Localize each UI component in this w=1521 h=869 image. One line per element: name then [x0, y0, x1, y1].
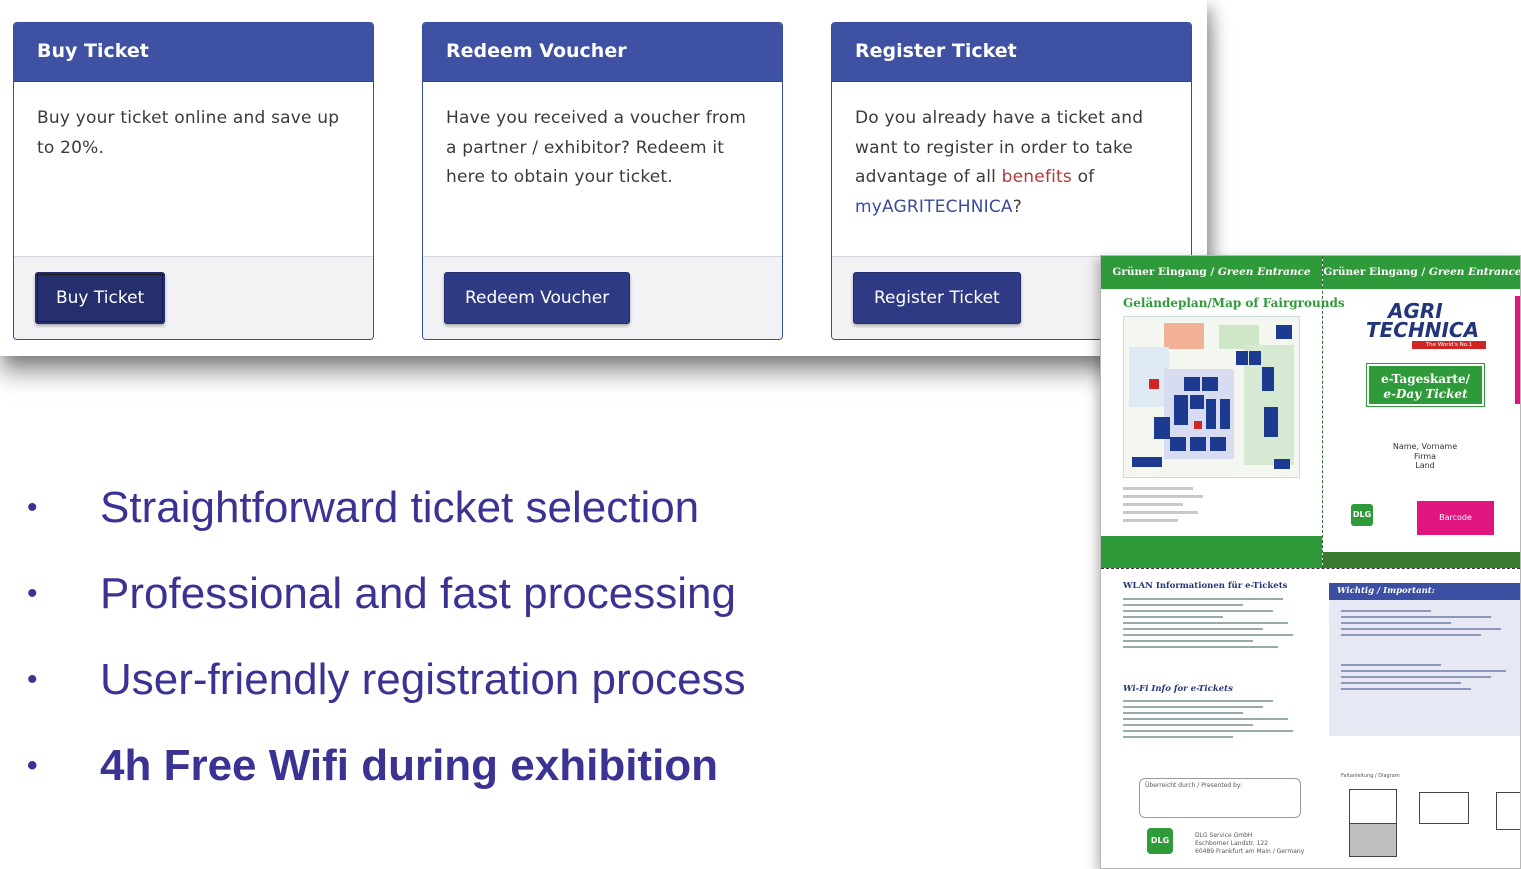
- bullet-icon: •: [27, 577, 38, 610]
- logo-line-2: TECHNICA: [1366, 318, 1480, 342]
- dlg-address: DLG Service GmbH Eschborner Landstr. 122 6…: [1195, 832, 1304, 856]
- buy-ticket-card-footer: Buy Ticket: [14, 256, 373, 339]
- bullet-icon: •: [27, 491, 38, 524]
- feature-text: Professional and fast processing: [100, 569, 736, 618]
- fairground-map: [1123, 316, 1300, 478]
- header-en-text: Green Entrance: [1217, 266, 1311, 278]
- ticket-header-left: Grüner Eingang / Green Entrance: [1101, 256, 1322, 289]
- myagritechnica-link[interactable]: myAGRITECHNICA: [855, 197, 1013, 217]
- fold-line-horizontal: [1101, 568, 1520, 569]
- feature-text: User-friendly registration process: [100, 655, 746, 704]
- map-legend: [1123, 482, 1303, 542]
- e-day-ticket-label: e-Tageskarte/e-Day Ticket: [1366, 363, 1485, 407]
- fold-step-1: [1349, 789, 1397, 825]
- header-de-text: Grüner Eingang /: [1323, 266, 1429, 278]
- feature-text: 4h Free Wifi during exhibition: [100, 741, 719, 790]
- redeem-voucher-card-text: Have you received a voucher from a partn…: [446, 108, 747, 187]
- fold-step-3: [1496, 792, 1520, 830]
- wlan-info-title: WLAN Informationen für e-Tickets: [1123, 581, 1288, 591]
- fold-step-2: [1419, 792, 1469, 824]
- presented-by-box: Überreicht durch / Presented by:: [1139, 778, 1301, 818]
- wifi-info-text: [1123, 696, 1303, 742]
- header-de-text: Grüner Eingang /: [1112, 266, 1218, 278]
- eday-line-2: e-Day Ticket: [1383, 387, 1468, 401]
- feature-item: • Straightforward ticket selection: [27, 478, 746, 564]
- redeem-voucher-card-title: Redeem Voucher: [423, 23, 782, 82]
- address-line: 60489 Frankfurt am Main / Germany: [1195, 848, 1305, 855]
- redeem-voucher-card-footer: Redeem Voucher: [423, 256, 782, 339]
- header-en-text: Green Entrance: [1428, 266, 1521, 278]
- buy-ticket-card-title: Buy Ticket: [14, 23, 373, 82]
- country-line: Land: [1415, 461, 1435, 470]
- grass-strip: [1101, 536, 1322, 568]
- name-line: Name, Vorname: [1392, 442, 1458, 451]
- register-ticket-button[interactable]: Register Ticket: [853, 272, 1021, 324]
- feature-text: Straightforward ticket selection: [100, 483, 700, 532]
- register-text-after: ?: [1012, 196, 1022, 217]
- feature-item: • Professional and fast processing: [27, 564, 746, 650]
- company-line: Firma: [1413, 451, 1437, 461]
- address-line: DLG Service GmbH: [1195, 832, 1253, 839]
- address-line: Eschborner Landstr. 122: [1195, 840, 1269, 847]
- important-title: Wichtig / Important:: [1329, 583, 1520, 600]
- buy-ticket-card: Buy Ticket Buy your ticket online and sa…: [13, 22, 374, 340]
- feature-item: • 4h Free Wifi during exhibition: [27, 736, 746, 822]
- wlan-info-text: [1123, 594, 1303, 652]
- agritechnica-logo: AGRI TECHNICA: [1366, 301, 1480, 342]
- e-ticket-image: Grüner Eingang / Green Entrance Grüner E…: [1100, 255, 1521, 869]
- feature-list: • Straightforward ticket selection • Profe…: [27, 478, 746, 822]
- redeem-voucher-card: Redeem Voucher Have you received a vouch…: [422, 22, 783, 340]
- ticket-options-panel: Buy Ticket Buy your ticket online and sa…: [0, 0, 1207, 356]
- register-ticket-card-text: Do you already have a ticket and want to…: [832, 82, 1191, 242]
- dlg-logo: DLG: [1147, 828, 1173, 854]
- buy-ticket-button[interactable]: Buy Ticket: [35, 272, 166, 324]
- important-text: [1341, 606, 1511, 640]
- logo-tagline: The World's No.1: [1412, 341, 1486, 349]
- register-text-mid: of: [1071, 167, 1095, 187]
- bullet-icon: •: [27, 663, 38, 696]
- silhouette-strip: [1323, 552, 1520, 568]
- redeem-voucher-button[interactable]: Redeem Voucher: [444, 272, 631, 324]
- register-ticket-card-title: Register Ticket: [832, 23, 1191, 82]
- ticket-header-right: Grüner Eingang / Green Entrance: [1323, 256, 1521, 289]
- important-text-en: [1341, 660, 1511, 694]
- dlg-logo: DLG: [1351, 504, 1373, 526]
- barcode-box: Barcode: [1417, 501, 1494, 535]
- folding-diagram-label: Faltanleitung / Diagram: [1341, 773, 1400, 779]
- map-title: Geländeplan/Map of Fairgrounds: [1123, 296, 1345, 310]
- fold-step-1-lower: [1349, 823, 1397, 857]
- bullet-icon: •: [27, 749, 38, 782]
- wifi-info-title: Wi-Fi Info for e-Tickets: [1123, 684, 1233, 694]
- pink-side-strip: [1515, 296, 1520, 404]
- feature-item: • User-friendly registration process: [27, 650, 746, 736]
- ticket-holder-block: Name, Vorname Firma Land: [1373, 442, 1477, 471]
- register-text-before: Do you already have a ticket and want to…: [855, 108, 1144, 187]
- eday-line-1: e-Tageskarte/: [1381, 372, 1470, 386]
- benefits-link[interactable]: benefits: [1002, 167, 1072, 187]
- buy-ticket-card-text: Buy your ticket online and save up to 20…: [37, 108, 340, 158]
